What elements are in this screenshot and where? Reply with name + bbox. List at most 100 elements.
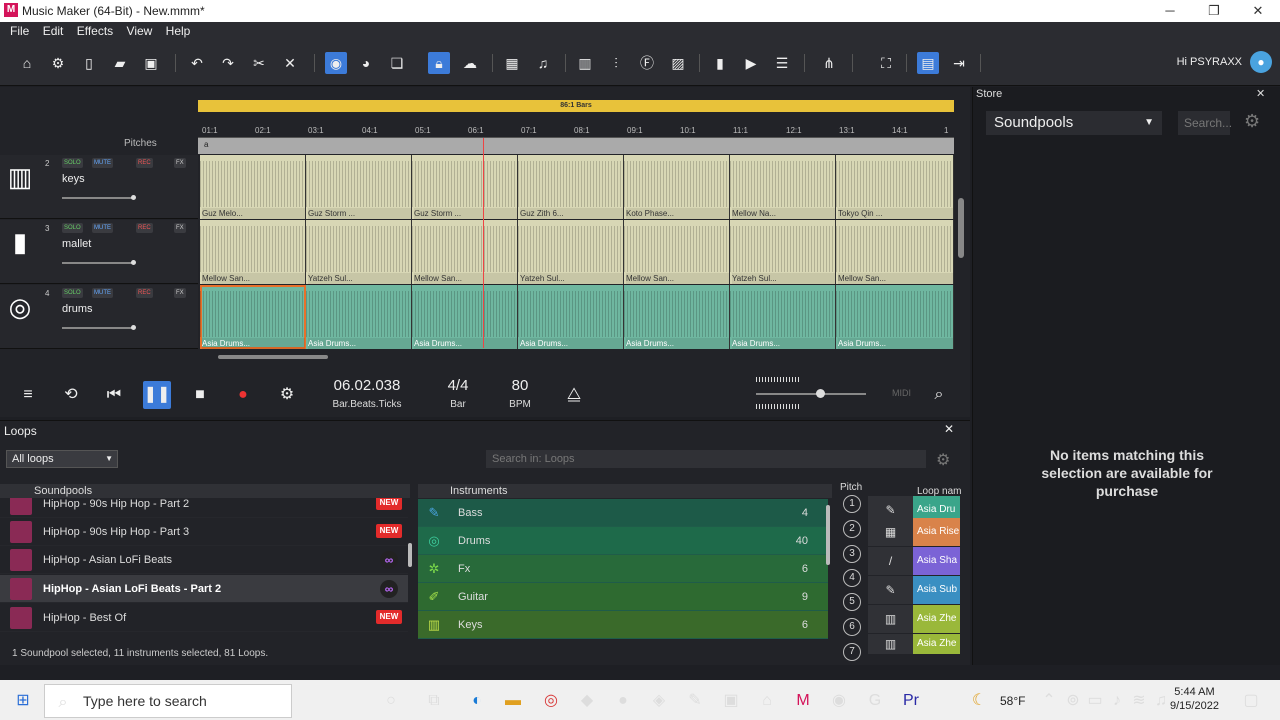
opera-icon[interactable]: ◎: [538, 688, 564, 714]
track-name[interactable]: drums: [62, 303, 93, 315]
audio-clip[interactable]: Asia Drums...: [836, 285, 954, 349]
app-icon[interactable]: ✎: [682, 688, 708, 714]
lane-keys[interactable]: Guz Melo... Guz Storm ... Guz Storm ... …: [200, 155, 954, 219]
tempo-display[interactable]: 80: [500, 377, 540, 394]
menu-edit[interactable]: Edit: [43, 24, 64, 38]
loop-filter-dropdown[interactable]: All loops ▼: [6, 450, 118, 468]
export-icon[interactable]: ⇥: [948, 52, 970, 74]
fullscreen-icon[interactable]: ⛶: [875, 52, 897, 74]
video-icon[interactable]: ▶: [740, 52, 762, 74]
transport-settings-icon[interactable]: ⚙: [273, 381, 301, 409]
premiere-icon[interactable]: Pr: [898, 688, 924, 714]
instruments-scrollbar[interactable]: [826, 505, 830, 565]
app-icon[interactable]: G: [862, 688, 888, 714]
audio-clip[interactable]: Mellow San...: [412, 220, 518, 284]
new-file-icon[interactable]: ▯: [78, 52, 100, 74]
store-category-dropdown[interactable]: Soundpools ▼: [986, 111, 1162, 135]
delete-icon[interactable]: ✕: [279, 52, 301, 74]
close-icon[interactable]: ✕: [1256, 87, 1265, 100]
instrument-row[interactable]: ✲ Fx 6: [418, 555, 828, 583]
clock[interactable]: 5:44 AM 9/15/2022: [1170, 685, 1219, 713]
track-header-drums[interactable]: ◎ 4 SOLO MUTE REC FX drums: [0, 285, 198, 349]
cut-icon[interactable]: ✂: [248, 52, 270, 74]
close-button[interactable]: ✕: [1236, 0, 1280, 22]
fx-button[interactable]: FX: [174, 223, 186, 233]
list-item[interactable]: HipHop - Best Of NEW: [0, 604, 408, 632]
app-icon[interactable]: ⌂: [754, 688, 780, 714]
cortana-icon[interactable]: ○: [378, 688, 404, 714]
image-icon[interactable]: ▨: [667, 52, 689, 74]
pitch-button[interactable]: 4: [843, 569, 861, 587]
zoom-search-icon[interactable]: ⌕: [925, 381, 953, 409]
menu-view[interactable]: View: [127, 24, 153, 38]
solo-button[interactable]: SOLO: [62, 288, 83, 298]
rec-button[interactable]: REC: [136, 223, 153, 233]
minimize-button[interactable]: ─: [1148, 0, 1192, 22]
instrument-row[interactable]: ✐ Guitar 9: [418, 583, 828, 611]
fx-button[interactable]: FX: [174, 288, 186, 298]
sync-icon[interactable]: ☁: [459, 52, 481, 74]
store-panel-icon[interactable]: ▤: [917, 52, 939, 74]
range-bar[interactable]: 86:1 Bars: [198, 100, 954, 112]
pitch-button[interactable]: 3: [843, 545, 861, 563]
audio-clip[interactable]: Guz Storm ...: [306, 155, 412, 219]
position-display[interactable]: 06.02.038: [322, 377, 412, 394]
playhead[interactable]: [483, 138, 484, 348]
track-name[interactable]: mallet: [62, 238, 91, 250]
menu-file[interactable]: File: [10, 24, 29, 38]
track-name[interactable]: keys: [62, 173, 85, 185]
notification-icon[interactable]: ▢: [1238, 688, 1264, 714]
mouse-mode-icon[interactable]: ◉: [325, 52, 347, 74]
rec-button[interactable]: REC: [136, 288, 153, 298]
task-view-icon[interactable]: ⧉: [421, 688, 447, 714]
start-icon[interactable]: ⊞: [10, 688, 36, 714]
midi-indicator[interactable]: MIDI: [892, 388, 911, 398]
app-icon[interactable]: ▣: [718, 688, 744, 714]
volume-knob[interactable]: [816, 389, 825, 398]
keyboard-icon[interactable]: ▥: [574, 52, 596, 74]
pause-button[interactable]: ❚❚: [143, 381, 171, 409]
rec-button[interactable]: REC: [136, 158, 153, 168]
home-icon[interactable]: ⌂: [16, 52, 38, 74]
lane-drums[interactable]: Asia Drums... Asia Drums... Asia Drums..…: [200, 285, 954, 349]
mute-button[interactable]: MUTE: [92, 288, 113, 298]
audio-clip[interactable]: Koto Phase...: [624, 155, 730, 219]
rewind-icon[interactable]: ⏮: [100, 381, 128, 409]
undo-icon[interactable]: ↶: [186, 52, 208, 74]
pitch-button[interactable]: 1: [843, 495, 861, 513]
solo-button[interactable]: SOLO: [62, 158, 83, 168]
menu-effects[interactable]: Effects: [77, 24, 113, 38]
obs-icon[interactable]: ●: [610, 688, 636, 714]
audio-clip[interactable]: Asia Drums...: [518, 285, 624, 349]
music-note-icon[interactable]: ♫: [532, 52, 554, 74]
open-folder-icon[interactable]: ▰: [109, 52, 131, 74]
loop-icon[interactable]: ⟲: [57, 381, 85, 409]
pitch-button[interactable]: 5: [843, 593, 861, 611]
audio-clip[interactable]: Guz Melo...: [200, 155, 306, 219]
volume-slider[interactable]: [62, 195, 136, 200]
soundpools-list[interactable]: HipHop - 90s Hip Hop - Part 2 NEW HipHop …: [0, 498, 408, 643]
list-item-selected[interactable]: HipHop - Asian LoFi Beats - Part 2 ∞: [0, 575, 408, 603]
audio-clip-selected[interactable]: Asia Drums...: [200, 285, 306, 349]
audio-clip[interactable]: Asia Drums...: [624, 285, 730, 349]
record-mode-icon[interactable]: ◕: [355, 52, 377, 74]
loop-row[interactable]: ▥ Asia Zhe: [868, 634, 960, 654]
audio-clip[interactable]: Tokyo Qin ...: [836, 155, 954, 219]
audio-clip[interactable]: Yatzeh Sul...: [518, 220, 624, 284]
pitch-button[interactable]: 7: [843, 643, 861, 661]
list-item[interactable]: HipHop - 90s Hip Hop - Part 3 NEW: [0, 518, 408, 546]
solo-button[interactable]: SOLO: [62, 223, 83, 233]
loop-search-input[interactable]: Search in: Loops: [486, 450, 926, 468]
loop-row[interactable]: ✎ Asia Sub: [868, 576, 960, 604]
audio-clip[interactable]: Guz Zith 6...: [518, 155, 624, 219]
horizontal-scrollbar[interactable]: [200, 352, 954, 362]
audio-clip[interactable]: Mellow San...: [836, 220, 954, 284]
app-icon[interactable]: ◆: [574, 688, 600, 714]
instrument-row[interactable]: ◎ Drums 40: [418, 527, 828, 555]
menu-help[interactable]: Help: [166, 24, 191, 38]
redo-icon[interactable]: ↷: [217, 52, 239, 74]
time-signature[interactable]: 4/4: [438, 377, 478, 394]
list-item[interactable]: HipHop - 90s Hip Hop - Part 2 NEW: [0, 498, 408, 518]
weather-temp[interactable]: 58°F: [1000, 694, 1025, 708]
steam-icon[interactable]: ◉: [826, 688, 852, 714]
